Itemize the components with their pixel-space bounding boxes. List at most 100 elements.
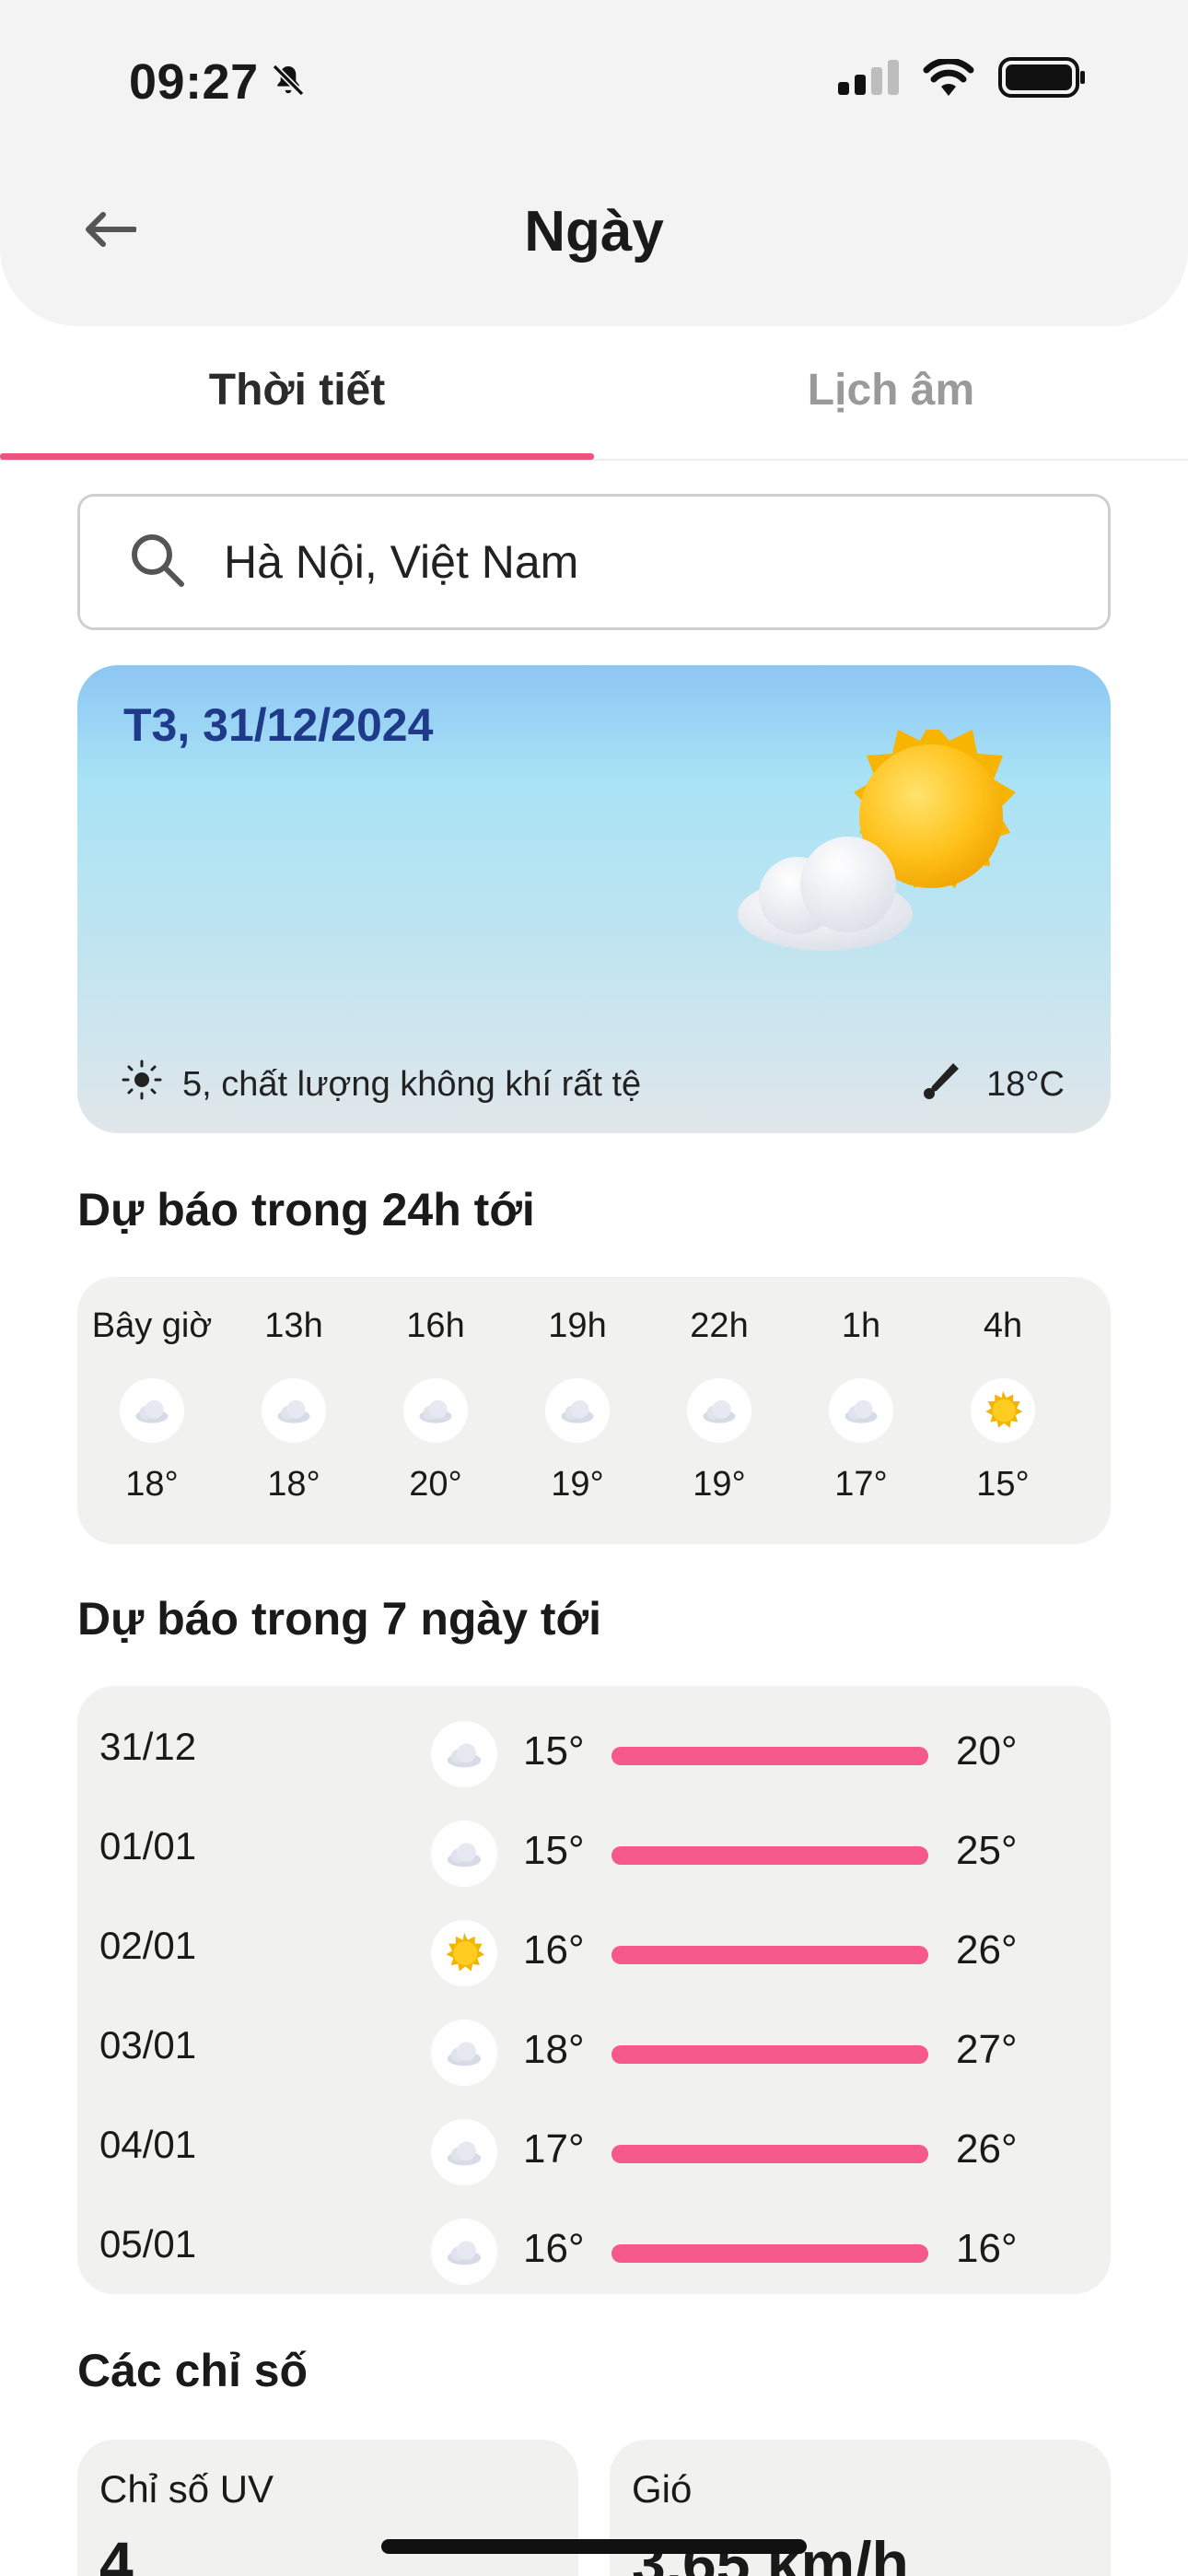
hourly-temperature: 19° xyxy=(551,1465,604,1504)
hourly-temperature: 18° xyxy=(267,1465,320,1504)
temperature-range-bar xyxy=(611,2045,928,2064)
search-icon xyxy=(128,531,187,594)
sun-icon xyxy=(431,1920,497,1986)
wind-card[interactable]: Gió 3.65 km/h xyxy=(610,2440,1111,2576)
hourly-forecast-list: Bây giờ 18° 13h 18° 16h 20° 19h 19° 22h 19° 1h 17° 4… xyxy=(77,1277,1111,1544)
daily-max-temperature: 26° xyxy=(956,1927,1018,1973)
hourly-item: 4h 15° xyxy=(932,1277,1074,1544)
clock-text: 09:27 xyxy=(129,54,259,110)
partly-cloudy-icon xyxy=(724,720,1046,969)
wind-label: Gió xyxy=(632,2467,693,2511)
daily-forecast-title: Dự báo trong 7 ngày tới xyxy=(77,1593,601,1645)
home-indicator[interactable] xyxy=(381,2539,807,2554)
battery-icon xyxy=(998,57,1087,102)
cloud-icon xyxy=(829,1378,893,1443)
daily-min-temperature: 18° xyxy=(523,2027,585,2072)
cloud-icon xyxy=(431,2219,497,2285)
daily-min-temperature: 16° xyxy=(523,1927,585,1973)
cloud-icon xyxy=(120,1378,184,1443)
daily-forecast-list: 31/12 15° 20° 01/01 15° 25° 02/01 16° 26° 03/01 18… xyxy=(77,1686,1111,2294)
hourly-time: 1h xyxy=(841,1306,881,1345)
hourly-item: 1h 17° xyxy=(790,1277,932,1544)
temperature-range-track xyxy=(611,1946,928,1964)
hourly-temperature: 20° xyxy=(409,1465,462,1504)
daily-row[interactable]: 31/12 15° 20° xyxy=(77,1701,1111,1800)
hourly-temperature: 15° xyxy=(976,1465,1030,1504)
cloud-icon xyxy=(687,1378,751,1443)
daily-min-temperature: 15° xyxy=(523,1828,585,1873)
air-quality-info: 5, chất lượng không khí rất tệ xyxy=(122,1060,641,1109)
uv-index-value: 4 xyxy=(99,2529,134,2576)
cloud-icon xyxy=(431,2119,497,2185)
hourly-item: Bây giờ 18° xyxy=(81,1277,223,1544)
temperature-range-track xyxy=(611,1846,928,1865)
sun-icon xyxy=(971,1378,1035,1443)
today-date: T3, 31/12/2024 xyxy=(123,699,434,751)
hourly-item: 22h 19° xyxy=(648,1277,790,1544)
hourly-forecast-title: Dự báo trong 24h tới xyxy=(77,1184,535,1235)
daily-min-temperature: 16° xyxy=(523,2226,585,2271)
temperature-range-bar xyxy=(611,1747,928,1765)
cloud-icon xyxy=(431,2020,497,2086)
status-time: 09:27 xyxy=(129,53,307,111)
temperature-range-track xyxy=(611,2145,928,2163)
daily-max-temperature: 16° xyxy=(956,2226,1018,2271)
hourly-temperature: 19° xyxy=(693,1465,746,1504)
temperature-range-bar xyxy=(611,1946,928,1964)
temperature-range-track xyxy=(611,1747,928,1765)
daily-max-temperature: 26° xyxy=(956,2126,1018,2172)
daily-row[interactable]: 03/01 18° 27° xyxy=(77,1999,1111,2099)
hourly-temperature: 17° xyxy=(834,1465,888,1504)
hourly-item: 13h 18° xyxy=(223,1277,365,1544)
tab-weather[interactable]: Thời tiết xyxy=(0,365,594,416)
tab-lunar-calendar[interactable]: Lịch âm xyxy=(594,365,1188,416)
status-indicators xyxy=(838,57,1087,102)
hourly-item: 19h 19° xyxy=(507,1277,648,1544)
temperature-range-track xyxy=(611,2045,928,2064)
uv-index-card[interactable]: Chỉ số UV 4 xyxy=(77,2440,578,2576)
daily-date: 31/12 xyxy=(99,1725,197,1768)
air-quality-text: 5, chất lượng không khí rất tệ xyxy=(182,1064,642,1104)
daily-row[interactable]: 01/01 15° 25° xyxy=(77,1800,1111,1900)
daily-row[interactable]: 05/01 16° 16° xyxy=(77,2198,1111,2298)
temperature-range-track xyxy=(611,2244,928,2263)
cloud-icon xyxy=(403,1378,468,1443)
tab-bar: Thời tiết Lịch âm xyxy=(0,326,1188,461)
location-search-input[interactable]: Hà Nội, Việt Nam xyxy=(77,494,1111,630)
active-tab-indicator xyxy=(0,453,594,460)
hourly-item: 16h 20° xyxy=(365,1277,507,1544)
daily-date: 01/01 xyxy=(99,1824,197,1868)
cloud-icon xyxy=(545,1378,610,1443)
hourly-temperature: 18° xyxy=(125,1465,179,1504)
daily-max-temperature: 25° xyxy=(956,1828,1018,1873)
daily-row[interactable]: 04/01 17° 26° xyxy=(77,2099,1111,2198)
hourly-time: 4h xyxy=(983,1306,1023,1345)
page-title: Ngày xyxy=(524,200,664,263)
temperature-range-bar xyxy=(611,2244,928,2263)
uv-index-label: Chỉ số UV xyxy=(99,2467,274,2511)
search-value: Hà Nội, Việt Nam xyxy=(224,536,579,588)
bell-muted-icon xyxy=(270,53,307,111)
header: 09:27 Ngày xyxy=(0,0,1188,326)
thermometer-icon xyxy=(922,1060,962,1109)
sun-small-icon xyxy=(122,1060,162,1109)
today-weather-card: T3, 31/12/2024 5, chất lượng không khí r… xyxy=(77,665,1111,1133)
hourly-time: 13h xyxy=(264,1306,323,1345)
current-temperature-value: 18°C xyxy=(986,1064,1065,1104)
daily-date: 05/01 xyxy=(99,2222,197,2266)
indices-title: Các chỉ số xyxy=(77,2345,309,2396)
daily-date: 02/01 xyxy=(99,1924,197,1967)
daily-date: 03/01 xyxy=(99,2023,197,2067)
wifi-icon xyxy=(923,57,974,100)
hourly-time: 16h xyxy=(406,1306,465,1345)
daily-row[interactable]: 02/01 16° 26° xyxy=(77,1900,1111,1999)
daily-min-temperature: 15° xyxy=(523,1728,585,1774)
cellular-signal-icon xyxy=(838,60,899,100)
daily-max-temperature: 20° xyxy=(956,1728,1018,1774)
current-temperature: 18°C xyxy=(922,1060,1065,1109)
cloud-icon xyxy=(431,1721,497,1787)
temperature-range-bar xyxy=(611,2145,928,2163)
hourly-time: 19h xyxy=(548,1306,607,1345)
cloud-icon xyxy=(262,1378,326,1443)
daily-date: 04/01 xyxy=(99,2123,197,2166)
